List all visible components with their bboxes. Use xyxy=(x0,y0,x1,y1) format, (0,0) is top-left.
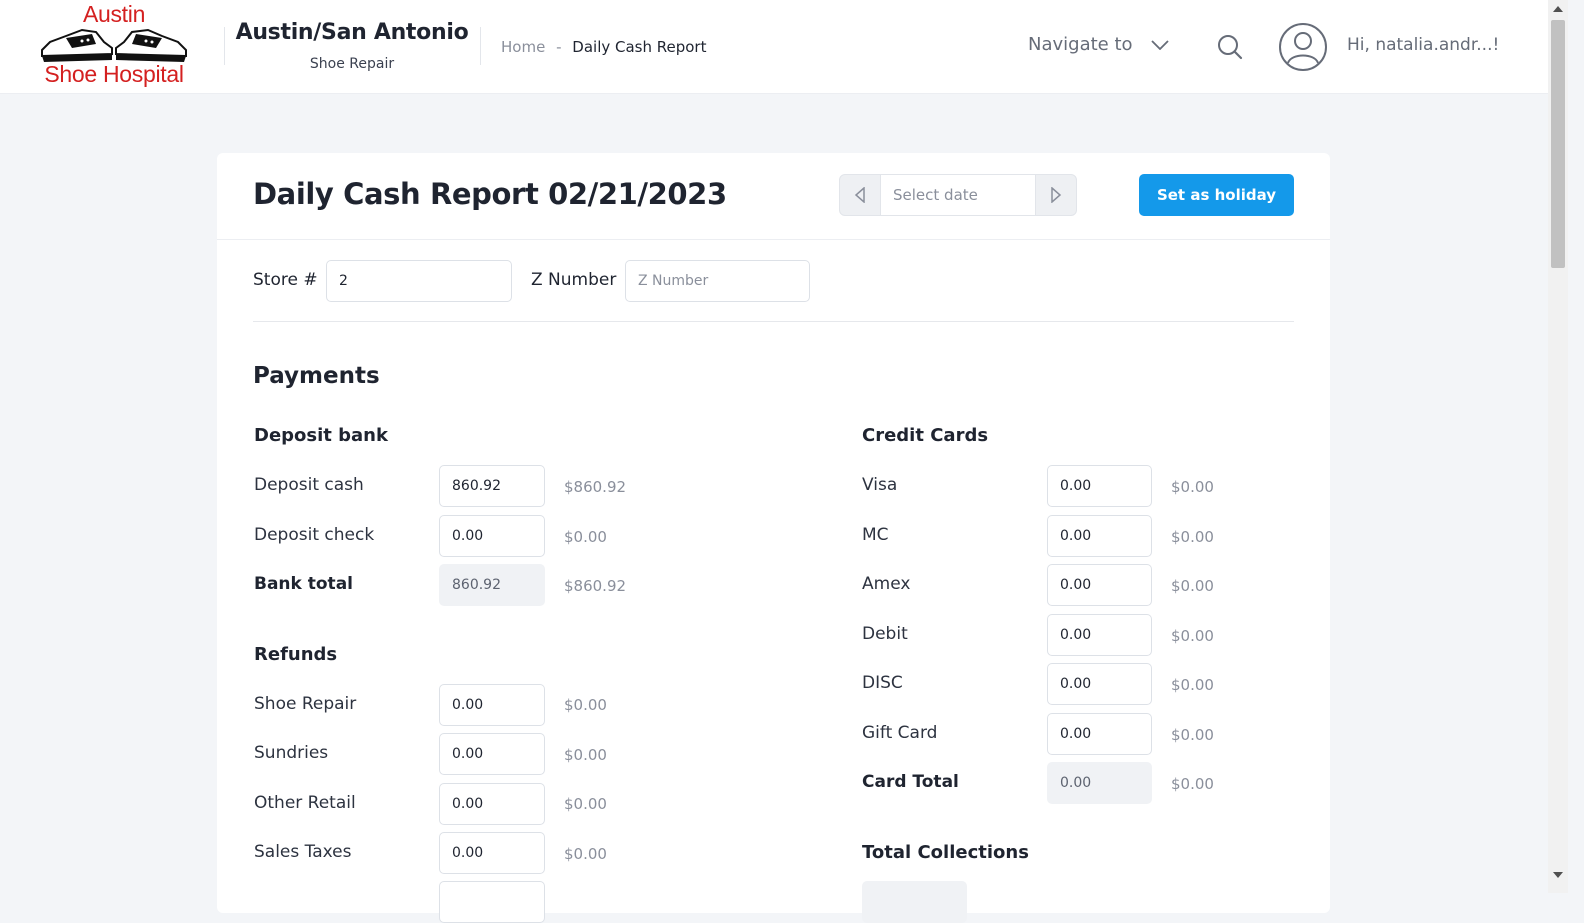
card-mc-amount: $0.00 xyxy=(1171,528,1214,546)
triangle-right-icon xyxy=(1051,187,1062,203)
card-debit-amount: $0.00 xyxy=(1171,627,1214,645)
card-gift-card-input[interactable] xyxy=(1047,713,1152,755)
refund-shoe-repair-amount: $0.00 xyxy=(564,696,607,714)
date-picker-input[interactable] xyxy=(881,174,1035,216)
card-visa-amount: $0.00 xyxy=(1171,478,1214,496)
payments-heading: Payments xyxy=(253,363,380,389)
refund-other-retail-label: Other Retail xyxy=(254,793,356,813)
card-amex-amount: $0.00 xyxy=(1171,577,1214,595)
card-amex-label: Amex xyxy=(862,574,911,594)
scrollbar-thumb[interactable] xyxy=(1551,20,1565,268)
header-divider xyxy=(217,239,1330,240)
refund-sales-taxes-input[interactable] xyxy=(439,832,545,874)
z-number-input[interactable] xyxy=(625,260,810,302)
deposit-cash-input[interactable] xyxy=(439,465,545,507)
search-icon[interactable] xyxy=(1216,33,1244,61)
section-divider xyxy=(253,321,1294,322)
store-number-input[interactable] xyxy=(326,260,512,302)
page-scrollbar[interactable] xyxy=(1548,0,1568,893)
card-disc-label: DISC xyxy=(862,673,903,693)
report-card: Daily Cash Report 02/21/2023 Set as holi… xyxy=(217,153,1330,923)
navigate-to-dropdown[interactable]: Navigate to xyxy=(1028,34,1169,55)
refund-next-input[interactable] xyxy=(439,881,545,923)
breadcrumb-current: Daily Cash Report xyxy=(572,38,707,56)
card-mc-label: MC xyxy=(862,525,889,545)
logo-text-line2: Shoe Hospital xyxy=(44,61,184,87)
header-divider xyxy=(480,27,481,65)
card-visa-label: Visa xyxy=(862,475,898,495)
card-debit-input[interactable] xyxy=(1047,614,1152,656)
deposit-check-amount: $0.00 xyxy=(564,528,607,546)
navigate-to-label: Navigate to xyxy=(1028,34,1133,55)
set-as-holiday-button[interactable]: Set as holiday xyxy=(1139,174,1294,216)
card-total-amount: $0.00 xyxy=(1171,775,1214,793)
refund-sundries-amount: $0.00 xyxy=(564,746,607,764)
card-amex-input[interactable] xyxy=(1047,564,1152,606)
deposit-bank-heading: Deposit bank xyxy=(254,425,388,446)
previous-date-button[interactable] xyxy=(839,174,881,216)
brand-subtitle: Shoe Repair xyxy=(309,56,395,72)
next-date-button[interactable] xyxy=(1035,174,1077,216)
breadcrumb-separator: - xyxy=(556,38,562,56)
refund-other-retail-input[interactable] xyxy=(439,783,545,825)
breadcrumb: Home - Daily Cash Report xyxy=(501,38,706,56)
scroll-up-arrow-icon[interactable] xyxy=(1553,6,1563,12)
sneakers-icon xyxy=(41,28,187,62)
chevron-down-icon xyxy=(1150,34,1169,55)
scroll-down-arrow-icon[interactable] xyxy=(1553,872,1563,878)
user-greeting[interactable]: Hi, natalia.andr...! xyxy=(1347,35,1499,55)
total-collections-field xyxy=(862,881,967,923)
card-disc-input[interactable] xyxy=(1047,663,1152,705)
brand-title: Austin/San Antonio xyxy=(235,20,469,45)
refund-shoe-repair-input[interactable] xyxy=(439,684,545,726)
z-number-label: Z Number xyxy=(531,270,617,290)
company-logo[interactable]: Austin Shoe Hospital xyxy=(34,2,194,92)
bank-total-label: Bank total xyxy=(254,574,353,594)
store-number-label: Store # xyxy=(253,270,318,290)
refund-sales-taxes-label: Sales Taxes xyxy=(254,842,352,862)
card-gift-card-amount: $0.00 xyxy=(1171,726,1214,744)
user-avatar-icon[interactable] xyxy=(1278,22,1328,72)
bank-total-field xyxy=(439,564,545,606)
triangle-left-icon xyxy=(854,187,865,203)
card-mc-input[interactable] xyxy=(1047,515,1152,557)
refund-other-retail-amount: $0.00 xyxy=(564,795,607,813)
total-collections-heading: Total Collections xyxy=(862,842,1029,863)
card-disc-amount: $0.00 xyxy=(1171,676,1214,694)
bank-total-amount: $860.92 xyxy=(564,577,627,595)
card-total-label: Card Total xyxy=(862,772,959,792)
page-title: Daily Cash Report 02/21/2023 xyxy=(253,177,727,211)
refund-sundries-input[interactable] xyxy=(439,733,545,775)
refund-sales-taxes-amount: $0.00 xyxy=(564,845,607,863)
deposit-cash-label: Deposit cash xyxy=(254,475,364,495)
deposit-check-label: Deposit check xyxy=(254,525,375,545)
card-gift-card-label: Gift Card xyxy=(862,723,938,743)
refunds-heading: Refunds xyxy=(254,644,338,665)
top-bar: Austin Shoe Hospital Austin/San Antonio … xyxy=(0,0,1548,94)
refund-sundries-label: Sundries xyxy=(254,743,329,763)
credit-cards-heading: Credit Cards xyxy=(862,425,989,446)
refund-shoe-repair-label: Shoe Repair xyxy=(254,694,357,714)
date-navigator xyxy=(839,174,1077,216)
breadcrumb-home-link[interactable]: Home xyxy=(501,38,545,56)
card-debit-label: Debit xyxy=(862,624,908,644)
card-visa-input[interactable] xyxy=(1047,465,1152,507)
card-total-field xyxy=(1047,762,1152,804)
deposit-check-input[interactable] xyxy=(439,515,545,557)
deposit-cash-amount: $860.92 xyxy=(564,478,627,496)
